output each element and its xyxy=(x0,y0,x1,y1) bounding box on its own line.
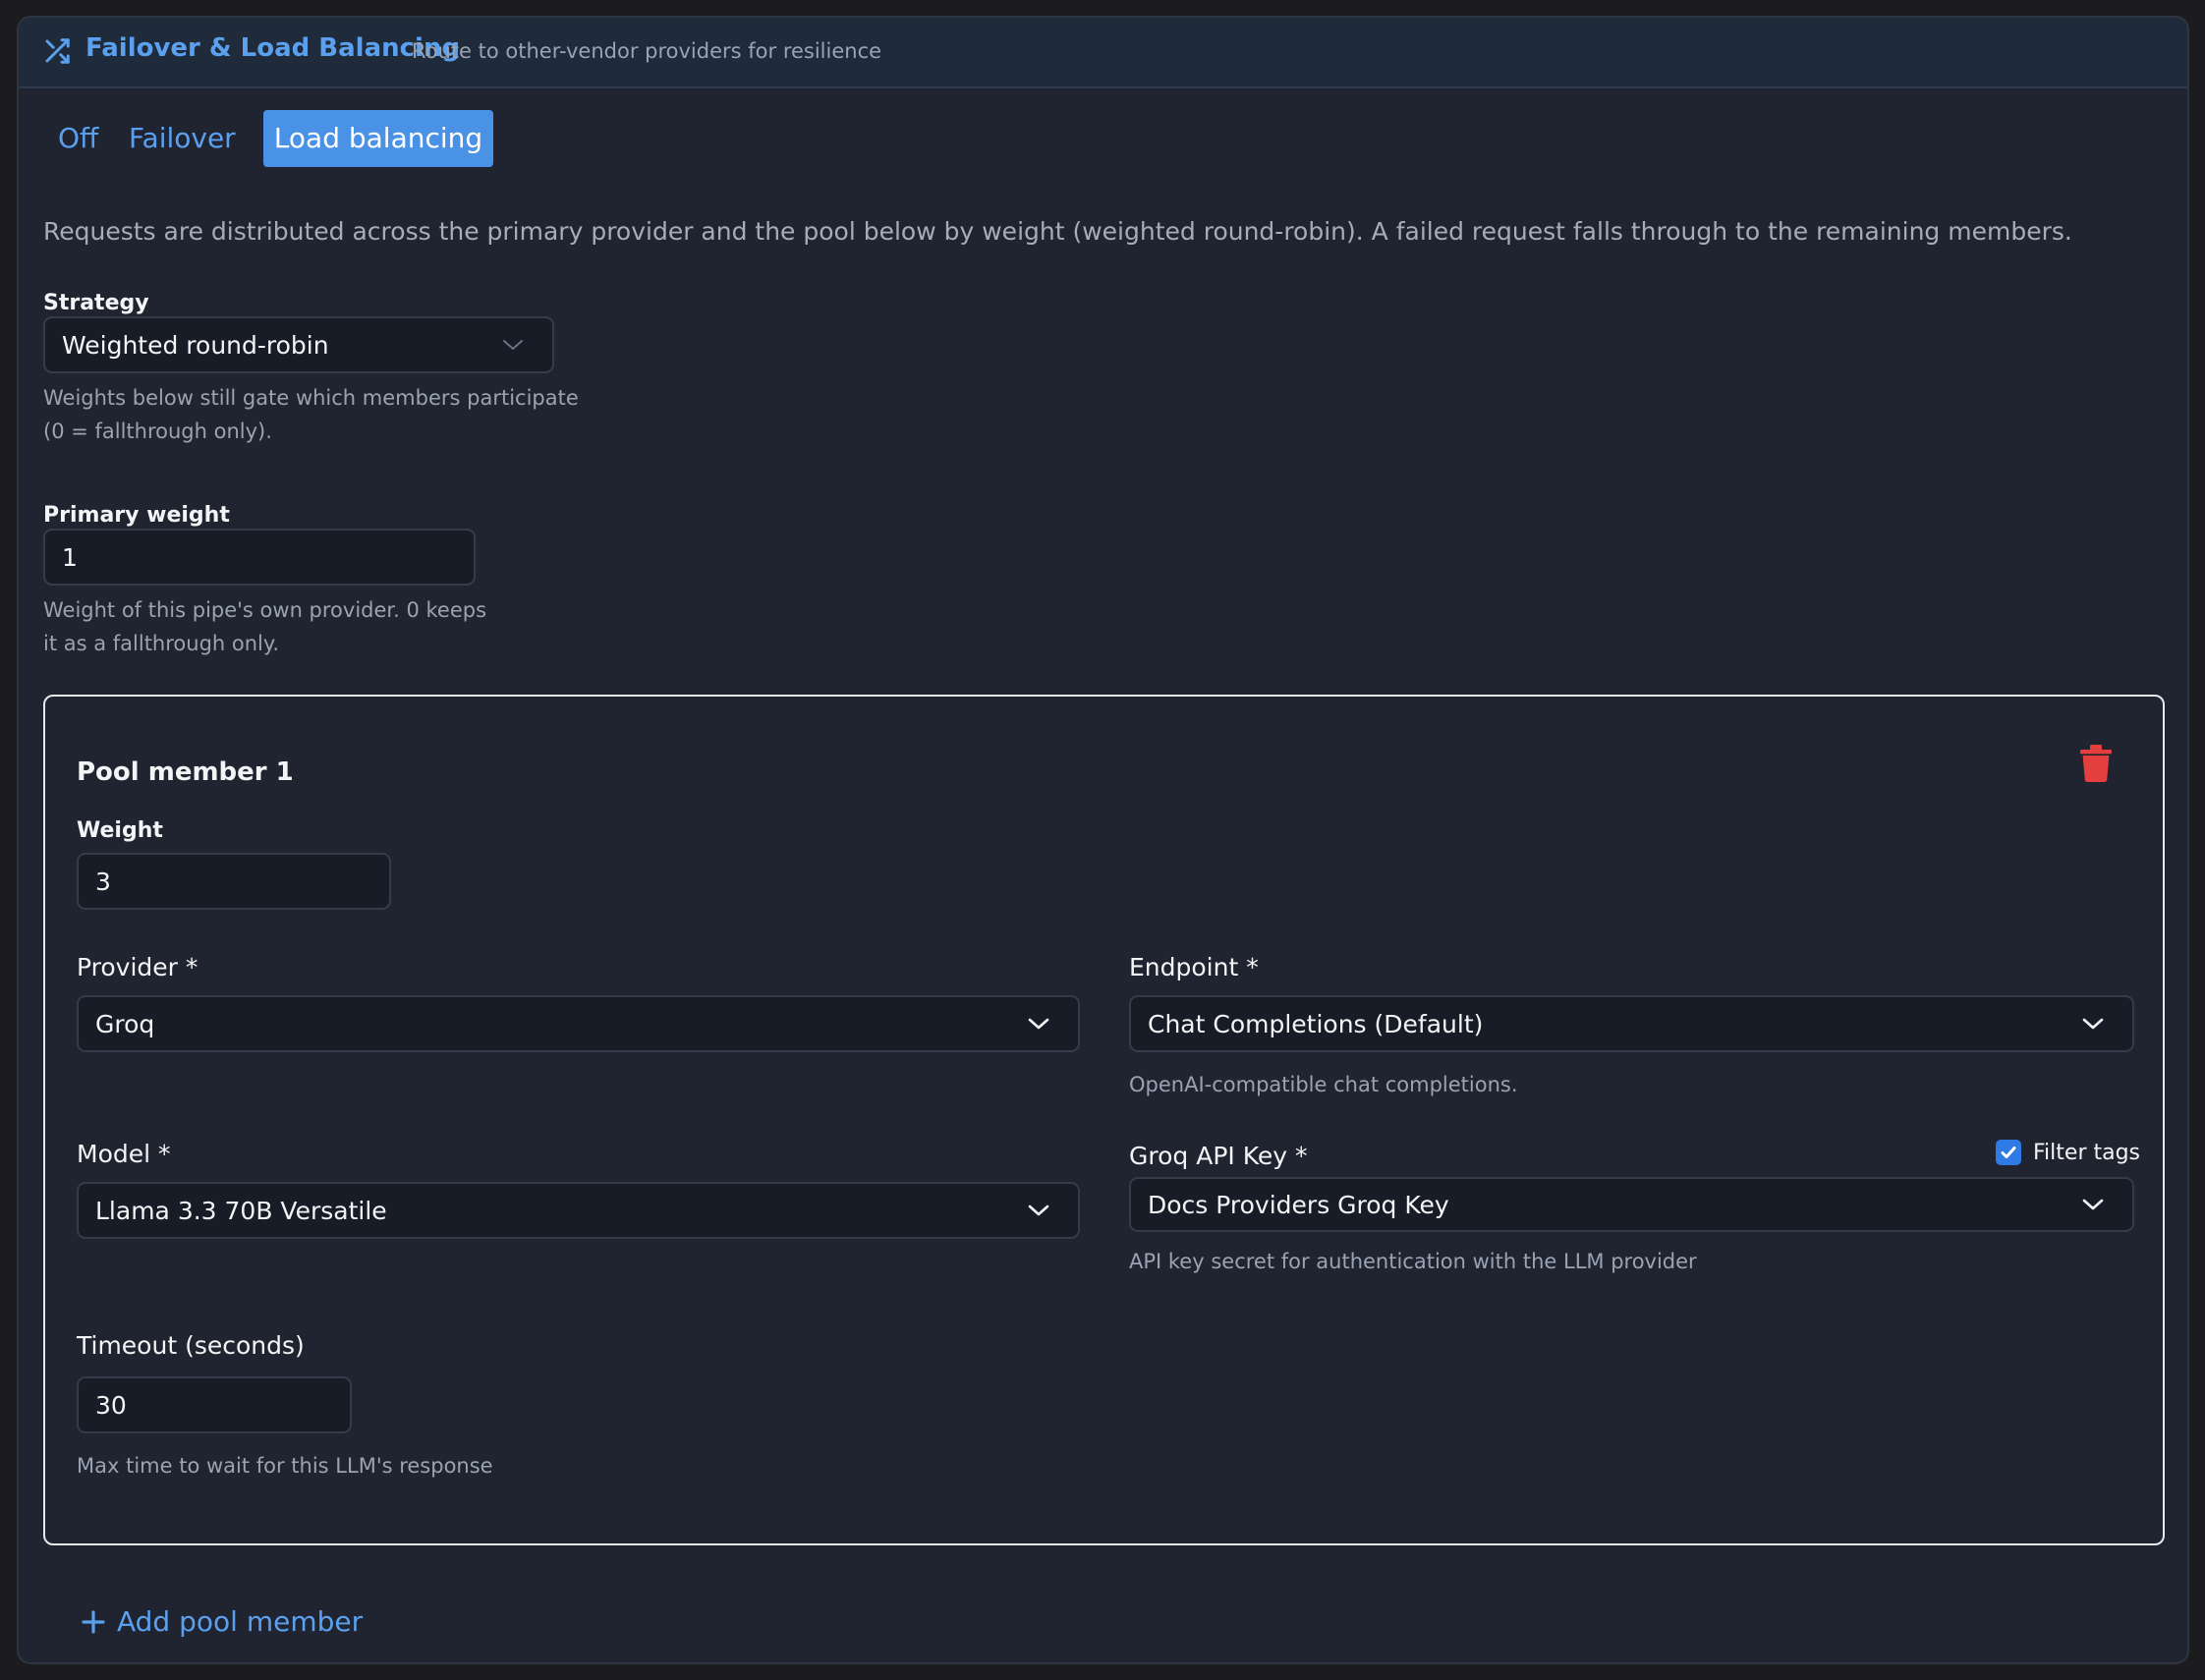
chevron-down-icon xyxy=(1028,1204,1049,1216)
trash-icon[interactable] xyxy=(2080,745,2112,782)
primary-weight-help: Weight of this pipe's own provider. 0 ke… xyxy=(43,598,487,655)
timeout-input[interactable]: 30 xyxy=(77,1376,352,1433)
api-key-help: API key secret for authentication with t… xyxy=(1129,1250,1697,1273)
chevron-down-icon xyxy=(503,340,523,350)
primary-weight-input[interactable]: 1 xyxy=(43,529,476,586)
chevron-down-icon xyxy=(1028,1018,1049,1030)
api-key-select[interactable]: Docs Providers Groq Key xyxy=(1129,1177,2134,1232)
panel-subtitle: Route to other-vendor providers for resi… xyxy=(412,39,882,63)
endpoint-label: Endpoint * xyxy=(1129,953,1259,981)
mode-description: Requests are distributed across the prim… xyxy=(43,217,2072,246)
endpoint-select[interactable]: Chat Completions (Default) xyxy=(1129,995,2134,1052)
plus-icon xyxy=(82,1609,105,1634)
check-icon xyxy=(2001,1147,2016,1158)
pool-member-card: Pool member 1 Weight 3 Provider * Groq E… xyxy=(43,695,2165,1545)
model-select[interactable]: Llama 3.3 70B Versatile xyxy=(77,1182,1080,1239)
panel-header: Failover & Load Balancing Route to other… xyxy=(19,18,2187,88)
primary-weight-label: Primary weight xyxy=(43,503,230,528)
panel-title: Failover & Load Balancing xyxy=(85,33,461,63)
strategy-help: Weights below still gate which members p… xyxy=(43,386,579,443)
provider-select[interactable]: Groq xyxy=(77,995,1080,1052)
add-pool-member-button[interactable]: Add pool member xyxy=(82,1605,363,1638)
model-label: Model * xyxy=(77,1140,171,1168)
api-key-label: Groq API Key * xyxy=(1129,1142,1308,1170)
strategy-value: Weighted round-robin xyxy=(62,330,329,360)
chevron-down-icon xyxy=(2082,1018,2104,1030)
endpoint-help: OpenAI-compatible chat completions. xyxy=(1129,1073,1518,1096)
chevron-down-icon xyxy=(2082,1199,2104,1210)
tab-load-balancing[interactable]: Load balancing xyxy=(263,110,493,167)
filter-tags-label[interactable]: Filter tags xyxy=(2033,1141,2140,1165)
failover-panel: Failover & Load Balancing Route to other… xyxy=(17,16,2189,1664)
timeout-label: Timeout (seconds) xyxy=(77,1331,305,1360)
timeout-help: Max time to wait for this LLM's response xyxy=(77,1454,493,1478)
pool-member-title: Pool member 1 xyxy=(77,757,294,787)
filter-tags-checkbox[interactable] xyxy=(1996,1140,2021,1165)
strategy-select[interactable]: Weighted round-robin xyxy=(43,316,554,373)
tab-off[interactable]: Off xyxy=(58,110,98,167)
weight-input[interactable]: 3 xyxy=(77,853,391,910)
weight-label: Weight xyxy=(77,818,163,843)
shuffle-icon xyxy=(45,38,70,64)
tab-failover[interactable]: Failover xyxy=(129,110,236,167)
strategy-label: Strategy xyxy=(43,291,149,315)
provider-label: Provider * xyxy=(77,953,198,981)
add-pool-member-label: Add pool member xyxy=(117,1605,364,1638)
